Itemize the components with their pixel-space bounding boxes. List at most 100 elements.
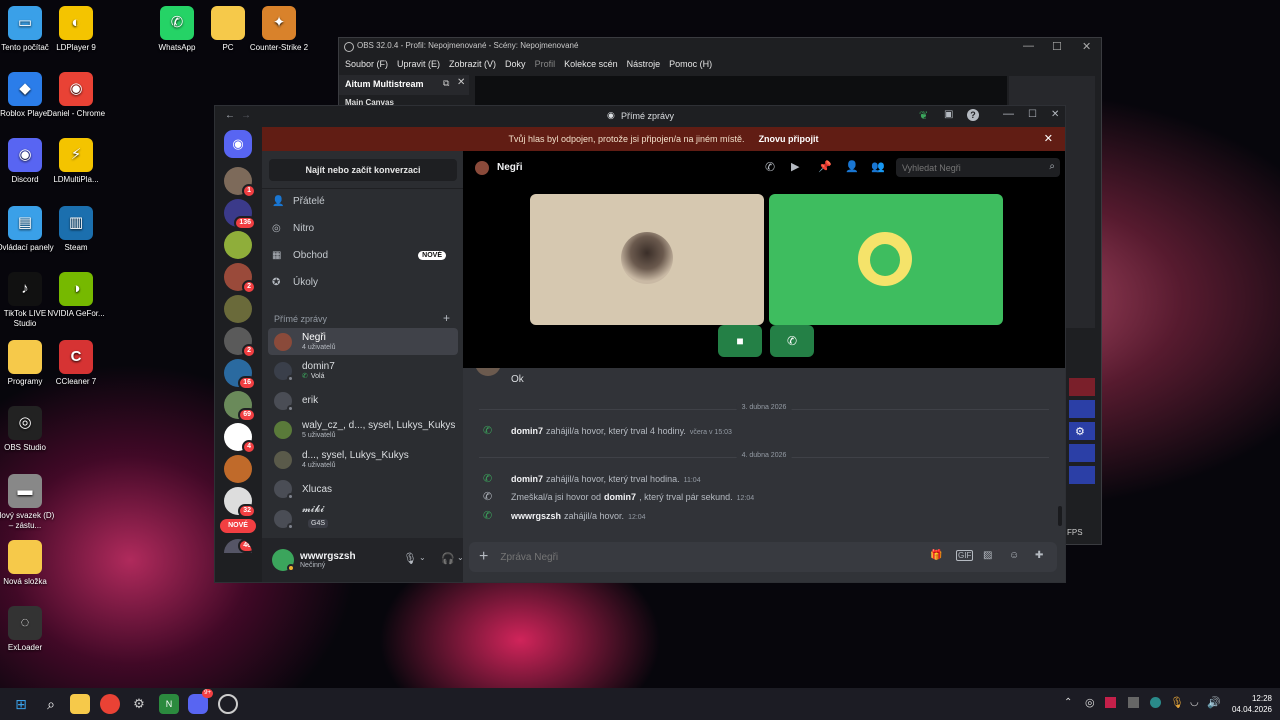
- discord-taskbar-icon[interactable]: 9+: [188, 689, 213, 714]
- server-icon[interactable]: 69: [224, 391, 256, 422]
- inbox-icon[interactable]: ▣: [944, 109, 953, 120]
- dm-item[interactable]: 𝓶𝓲𝓴𝓲 G4S: [268, 504, 458, 532]
- tray-microphone-icon[interactable]: 🎙: [1170, 696, 1184, 709]
- pin-icon[interactable]: 📌: [818, 160, 832, 173]
- members-icon[interactable]: 👥: [871, 160, 885, 173]
- obs-menu-item[interactable]: Zobrazit (V): [449, 59, 496, 74]
- tray-app-icon[interactable]: [1150, 697, 1161, 708]
- desktop-shortcut[interactable]: ⚡ LDMultiPla...: [45, 138, 107, 185]
- dock-close-icon[interactable]: ✕: [457, 77, 465, 88]
- windows-start-icon[interactable]: ⊞: [11, 694, 31, 714]
- new-servers-badge[interactable]: NOVÉ: [220, 519, 256, 533]
- server-icon[interactable]: 2: [224, 263, 256, 294]
- dm-item[interactable]: erik: [268, 387, 458, 414]
- obs-settings-icon[interactable]: ⚙: [1069, 422, 1095, 440]
- tray-app-icon[interactable]: [1105, 697, 1116, 708]
- scrollbar[interactable]: [1058, 506, 1062, 526]
- search-icon[interactable]: ⌕: [41, 694, 61, 714]
- tray-app-icon[interactable]: ◎: [1085, 696, 1095, 709]
- dm-item[interactable]: waly_cz_, d..., sysel, Lukys_Kukys 5 uživ…: [268, 417, 458, 444]
- desktop-shortcut[interactable]: ◎ OBS Studio: [0, 406, 56, 453]
- close-icon[interactable]: ✕: [1051, 109, 1059, 120]
- headphones-icon[interactable]: 🎧: [441, 552, 455, 565]
- server-icon[interactable]: 46: [224, 539, 252, 553]
- obs-menu-item[interactable]: Nástroje: [627, 59, 661, 74]
- nvidia-app-icon[interactable]: N: [159, 694, 179, 714]
- discord-window[interactable]: ← → ◉ Přímé zprávy ❦ ▣ ? — ☐ ✕ Tvůj hlas…: [214, 105, 1066, 583]
- desktop-shortcut[interactable]: ▬ Nový svazek (D) – zástu...: [0, 474, 56, 531]
- maximize-icon[interactable]: ☐: [1052, 40, 1062, 53]
- obs-menu-item[interactable]: Doky: [505, 59, 526, 74]
- join-call-button[interactable]: ✆: [770, 325, 814, 357]
- gif-icon[interactable]: GIF: [956, 550, 974, 561]
- chrome-icon[interactable]: [100, 694, 120, 714]
- participant-tile[interactable]: [769, 194, 1003, 325]
- server-icon[interactable]: [224, 455, 252, 483]
- wifi-icon[interactable]: ◡: [1190, 697, 1199, 708]
- desktop-shortcut[interactable]: ◐ LDPlayer 9: [45, 6, 107, 53]
- settings-icon[interactable]: ⚙: [129, 694, 149, 714]
- emoji-icon[interactable]: ☺: [1009, 550, 1019, 561]
- forward-arrow-icon[interactable]: →: [241, 110, 251, 121]
- message-user[interactable]: domin7: [511, 474, 543, 484]
- desktop-shortcut[interactable]: ◉ Daniel - Chrome: [45, 72, 107, 119]
- desktop-shortcut[interactable]: C CCleaner 7: [45, 340, 107, 387]
- create-dm-plus-icon[interactable]: +: [443, 311, 450, 325]
- dm-item[interactable]: Xlucas: [268, 476, 458, 503]
- nitro-leaf-icon[interactable]: ❦: [919, 109, 928, 122]
- nav-obchod[interactable]: ▦ Obchod NOVÉ: [272, 250, 458, 261]
- desktop-shortcut[interactable]: ▥ Steam: [45, 206, 107, 253]
- server-icon[interactable]: 32: [224, 487, 256, 518]
- obs-menu-item[interactable]: Upravit (E): [397, 59, 440, 74]
- maximize-icon[interactable]: ☐: [1028, 109, 1037, 120]
- avatar[interactable]: [272, 549, 295, 572]
- attach-plus-icon[interactable]: +: [479, 548, 488, 566]
- file-explorer-icon[interactable]: [70, 694, 90, 714]
- help-icon[interactable]: ?: [967, 109, 979, 121]
- server-icon[interactable]: 2: [224, 327, 256, 358]
- obs-menu-item[interactable]: Profil: [535, 59, 556, 74]
- search-input[interactable]: [896, 158, 1036, 178]
- message-input[interactable]: [500, 551, 901, 563]
- server-icon[interactable]: 16: [224, 359, 256, 390]
- apps-icon[interactable]: ✚: [1035, 550, 1043, 561]
- message-user[interactable]: wwwrgszsh: [511, 511, 561, 521]
- tray-chevron-icon[interactable]: ⌃: [1064, 697, 1072, 708]
- search-box[interactable]: ⌕: [896, 158, 1060, 178]
- dm-item[interactable]: d..., sysel, Lukys_Kukys 4 uživatelů: [268, 446, 458, 473]
- home-discord-icon[interactable]: ◉: [224, 130, 252, 158]
- voice-call-icon[interactable]: ✆: [765, 160, 775, 174]
- server-icon[interactable]: 4: [224, 423, 256, 454]
- server-icon[interactable]: [224, 231, 252, 259]
- video-call-icon[interactable]: ▶: [791, 160, 799, 173]
- add-friend-icon[interactable]: 👤: [845, 160, 859, 173]
- obs-menu-item[interactable]: Soubor (F): [345, 59, 388, 74]
- chevron-down-icon[interactable]: ⌄: [419, 553, 426, 562]
- back-arrow-icon[interactable]: ←: [225, 110, 235, 121]
- gift-icon[interactable]: 🎁: [930, 550, 942, 561]
- find-conversation-button[interactable]: Najít nebo začít konverzaci: [269, 159, 457, 181]
- message-user[interactable]: domin7: [511, 426, 543, 436]
- message-user[interactable]: domin7: [604, 492, 636, 502]
- camera-button[interactable]: ■: [718, 325, 762, 357]
- clock[interactable]: 12:28 04.04.2026: [1228, 693, 1272, 715]
- server-icon[interactable]: [224, 295, 252, 323]
- desktop-shortcut[interactable]: ◌ ExLoader: [0, 606, 56, 653]
- volume-icon[interactable]: 🔊: [1207, 696, 1221, 709]
- minimize-icon[interactable]: —: [1023, 40, 1034, 52]
- server-icon[interactable]: 136: [224, 199, 256, 230]
- minimize-icon[interactable]: —: [1003, 108, 1014, 120]
- obs-menu-item[interactable]: Pomoc (H): [669, 59, 712, 74]
- desktop-shortcut[interactable]: Nová složka: [0, 540, 56, 587]
- microphone-icon[interactable]: 🎙: [403, 552, 417, 565]
- obs-menu-item[interactable]: Kolekce scén: [564, 59, 618, 74]
- tray-app-icon[interactable]: [1128, 697, 1139, 708]
- close-icon[interactable]: ✕: [1082, 40, 1091, 53]
- participant-tile[interactable]: [530, 194, 764, 325]
- sticker-icon[interactable]: ▨: [983, 550, 992, 561]
- nav-nitro[interactable]: ◎ Nitro: [272, 223, 458, 234]
- dock-float-icon[interactable]: ⧉: [443, 78, 449, 89]
- dm-item[interactable]: domin7 ✆ Volá: [268, 358, 458, 385]
- nav-přátelé[interactable]: 👤 Přátelé: [272, 196, 458, 207]
- obs-taskbar-icon[interactable]: [218, 694, 238, 714]
